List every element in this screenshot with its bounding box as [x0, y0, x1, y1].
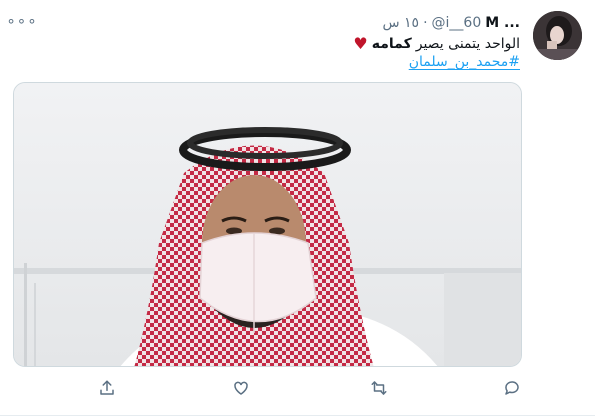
heart-icon [234, 381, 248, 395]
more-icon: ∘∘∘ [6, 12, 38, 30]
timestamp[interactable]: ١٥ س [382, 15, 419, 31]
share-icon [100, 380, 114, 395]
avatar[interactable] [533, 11, 582, 60]
tweet-image[interactable] [13, 82, 522, 367]
retweet-button[interactable] [367, 376, 391, 400]
tweet-text: الواحد يتمنى يصير كمامه ♥ [353, 34, 520, 53]
tweet-actions [0, 376, 595, 400]
author-name[interactable]: M ... [485, 15, 520, 31]
share-button[interactable] [95, 376, 119, 400]
retweet-icon [371, 381, 387, 395]
heart-emoji-icon: ♥ [353, 34, 368, 53]
separator: · [423, 15, 428, 31]
tweet[interactable]: ∘∘∘ M ... @i__60 · ١٥ س الواحد يتمنى يصي… [0, 0, 595, 416]
tweet-text-bold: كمامه [371, 35, 412, 52]
author-handle[interactable]: @i__60 [432, 15, 482, 31]
reply-icon [505, 381, 519, 395]
like-button[interactable] [229, 376, 253, 400]
hashtag-link[interactable]: #محمد_بن_سلمان [409, 54, 520, 70]
more-options-button[interactable]: ∘∘∘ [6, 11, 36, 31]
tweet-header: M ... @i__60 · ١٥ س [382, 13, 520, 33]
reply-button[interactable] [500, 376, 524, 400]
tweet-text-plain: الواحد يتمنى يصير [415, 35, 520, 52]
